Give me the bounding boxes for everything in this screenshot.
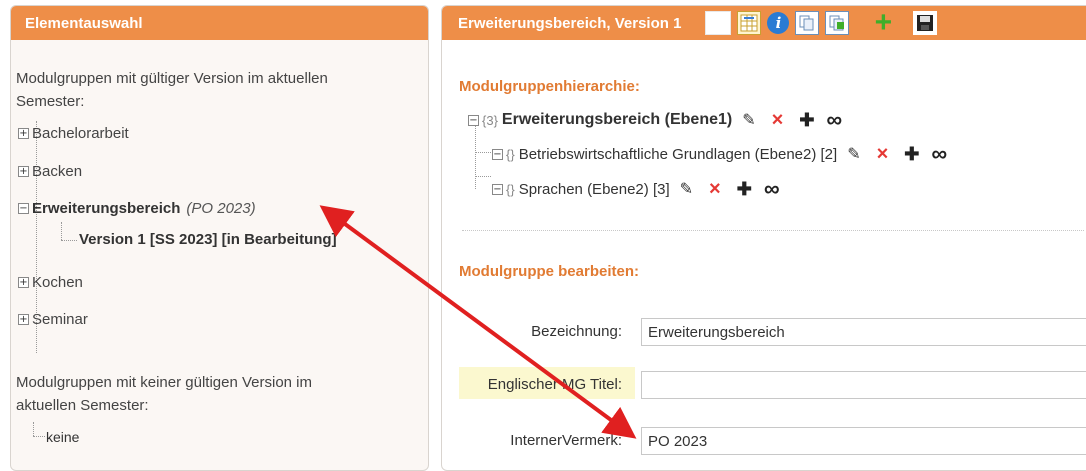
detail-title: Erweiterungsbereich, Version 1	[458, 14, 682, 32]
link-icon[interactable]: ∞	[764, 176, 780, 202]
collapse-icon[interactable]: −	[468, 114, 479, 126]
add-icon[interactable]: +	[871, 6, 895, 39]
hierarchy-root-label[interactable]: Erweiterungsbereich (Ebene1)	[502, 111, 732, 129]
tree-item-label: Erweiterungsbereich	[32, 200, 181, 217]
english-title-input[interactable]	[641, 371, 1086, 399]
delete-icon[interactable]: ×	[877, 143, 889, 166]
none-guide-h	[33, 436, 45, 437]
link-icon[interactable]: ∞	[931, 141, 947, 167]
expand-icon[interactable]: +	[18, 314, 29, 325]
internal-note-label: InternerVermerk:	[510, 432, 622, 449]
hierarchy-title: Modulgruppenhierarchie:	[459, 78, 640, 95]
tree-child-guide-h	[61, 240, 77, 241]
hierarchy-child-label[interactable]: Sprachen (Ebene2) [3]	[519, 181, 670, 198]
link-icon[interactable]: ∞	[826, 107, 842, 133]
valid-groups-label-line1: Modulgruppen mit gültiger Version im akt…	[16, 70, 328, 87]
add-child-icon[interactable]: ✚	[737, 179, 752, 200]
bezeichnung-label: Bezeichnung:	[531, 323, 622, 340]
save-icon[interactable]	[913, 11, 938, 35]
tree-item-note: (PO 2023)	[186, 200, 256, 217]
invalid-groups-label-line1: Modulgruppen mit keiner gültigen Version…	[16, 374, 312, 391]
blank-icon[interactable]	[705, 11, 732, 35]
hierarchy-child-label[interactable]: Betriebswirtschaftliche Grundlagen (Eben…	[519, 146, 838, 163]
hierarchy-child-prefix: {}	[506, 181, 515, 197]
tree-item-kochen[interactable]: + Kochen	[18, 274, 83, 291]
hierarchy-root: − {3} Erweiterungsbereich (Ebene1) ✎ × ✚…	[468, 107, 842, 133]
english-title-label: Englischer MG Titel:	[487, 376, 622, 393]
none-item: keine	[46, 429, 80, 445]
hierarchy-child-1: − {} Betriebswirtschaftliche Grundlagen …	[492, 141, 947, 167]
edit-icon[interactable]: ✎	[847, 144, 860, 164]
section-divider	[462, 230, 1084, 231]
tree-item-label: Kochen	[32, 274, 83, 291]
add-child-icon[interactable]: ✚	[904, 144, 919, 165]
hierarchy-guide-h2	[475, 176, 491, 177]
detail-panel: Erweiterungsbereich, Version 1 i +	[441, 5, 1086, 471]
tree-item-seminar[interactable]: + Seminar	[18, 311, 88, 328]
edit-title: Modulgruppe bearbeiten:	[459, 263, 639, 280]
tree-item-label: Bachelorarbeit	[32, 125, 129, 142]
invalid-groups-label: Modulgruppen mit keiner gültigen Version…	[16, 371, 312, 417]
element-selection-title: Elementauswahl	[25, 14, 143, 32]
expand-icon[interactable]: +	[18, 166, 29, 177]
tree-item-bachelorarbeit[interactable]: + Bachelorarbeit	[18, 125, 129, 142]
expand-icon[interactable]: +	[18, 128, 29, 139]
tree-item-label: Seminar	[32, 311, 88, 328]
delete-icon[interactable]: ×	[709, 178, 721, 201]
hierarchy-child-2: − {} Sprachen (Ebene2) [3] ✎ × ✚ ∞	[492, 176, 780, 202]
expand-icon[interactable]: +	[18, 277, 29, 288]
edit-icon[interactable]: ✎	[680, 179, 693, 199]
copy-icon[interactable]	[795, 11, 820, 35]
edit-icon[interactable]: ✎	[742, 110, 755, 130]
tree-item-version-1[interactable]: Version 1 [SS 2023] [in Bearbeitung]	[79, 231, 337, 248]
valid-groups-label: Modulgruppen mit gültiger Version im akt…	[16, 67, 328, 113]
collapse-icon[interactable]: −	[492, 148, 503, 160]
internal-note-input[interactable]	[641, 427, 1086, 455]
none-guide	[33, 422, 34, 436]
tree-item-label: Backen	[32, 163, 83, 180]
valid-groups-label-line2: Semester:	[16, 93, 85, 110]
tree-child-guide	[61, 222, 62, 240]
delete-icon[interactable]: ×	[772, 109, 784, 132]
hierarchy-guide-h1	[475, 152, 491, 153]
collapse-icon[interactable]: −	[18, 203, 29, 214]
add-child-icon[interactable]: ✚	[799, 110, 814, 131]
bezeichnung-input[interactable]	[641, 318, 1086, 346]
tree-item-erweiterungsbereich[interactable]: − Erweiterungsbereich (PO 2023)	[18, 200, 256, 217]
hierarchy-root-prefix: {3}	[482, 112, 498, 128]
collapse-icon[interactable]: −	[492, 183, 503, 195]
info-icon[interactable]: i	[767, 12, 790, 34]
detail-header: Erweiterungsbereich, Version 1 i +	[442, 6, 1086, 40]
invalid-groups-label-line2: aktuellen Semester:	[16, 397, 149, 414]
copy-add-icon[interactable]	[825, 11, 850, 35]
hierarchy-child-prefix: {}	[506, 146, 515, 162]
tree-item-backen[interactable]: + Backen	[18, 163, 82, 180]
grid-icon[interactable]	[737, 11, 762, 35]
element-selection-header: Elementauswahl	[11, 6, 428, 40]
